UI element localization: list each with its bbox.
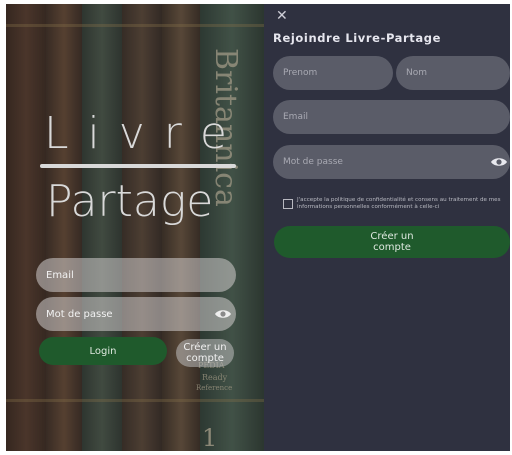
login-screen: Britannica PEDIA Ready Reference 1 Livre… <box>6 4 264 451</box>
consent-checkbox[interactable] <box>283 199 293 209</box>
login-email-input[interactable]: Email <box>36 258 236 292</box>
signup-password-placeholder: Mot de passe <box>283 157 343 167</box>
brand-divider <box>40 164 236 168</box>
login-email-placeholder: Email <box>46 269 74 281</box>
firstname-placeholder: Prenom <box>283 68 318 78</box>
consent-text: J'accepte la politique de confidentialit… <box>297 197 501 210</box>
signup-password-input[interactable]: Mot de passe <box>273 145 510 179</box>
lastname-placeholder: Nom <box>406 68 428 78</box>
firstname-input[interactable]: Prenom <box>273 56 393 90</box>
create-account-button[interactable]: Créer un compte <box>176 339 234 367</box>
signup-title: Rejoindre Livre-Partage <box>273 31 441 45</box>
login-password-input[interactable]: Mot de passe <box>36 297 236 331</box>
login-button-label: Login <box>89 345 117 357</box>
signup-email-placeholder: Email <box>283 112 308 122</box>
close-icon[interactable]: ✕ <box>276 8 288 24</box>
signup-email-input[interactable]: Email <box>273 100 510 134</box>
brand-title-bottom: Partage <box>46 176 214 227</box>
eye-icon[interactable] <box>490 156 508 168</box>
lastname-input[interactable]: Nom <box>396 56 510 90</box>
background-overlay <box>6 4 264 451</box>
brand-title-top: Livre <box>44 108 246 159</box>
signup-panel: ✕ Rejoindre Livre-Partage Prenom Nom Ema… <box>264 4 510 451</box>
login-button[interactable]: Login <box>39 337 167 365</box>
app-frame: Britannica PEDIA Ready Reference 1 Livre… <box>6 4 510 451</box>
signup-submit-label: Créer un compte <box>370 231 414 253</box>
eye-icon[interactable] <box>214 308 232 320</box>
create-account-label: Créer un compte <box>183 342 227 364</box>
signup-submit-button[interactable]: Créer un compte <box>274 226 510 258</box>
login-password-placeholder: Mot de passe <box>46 308 113 320</box>
